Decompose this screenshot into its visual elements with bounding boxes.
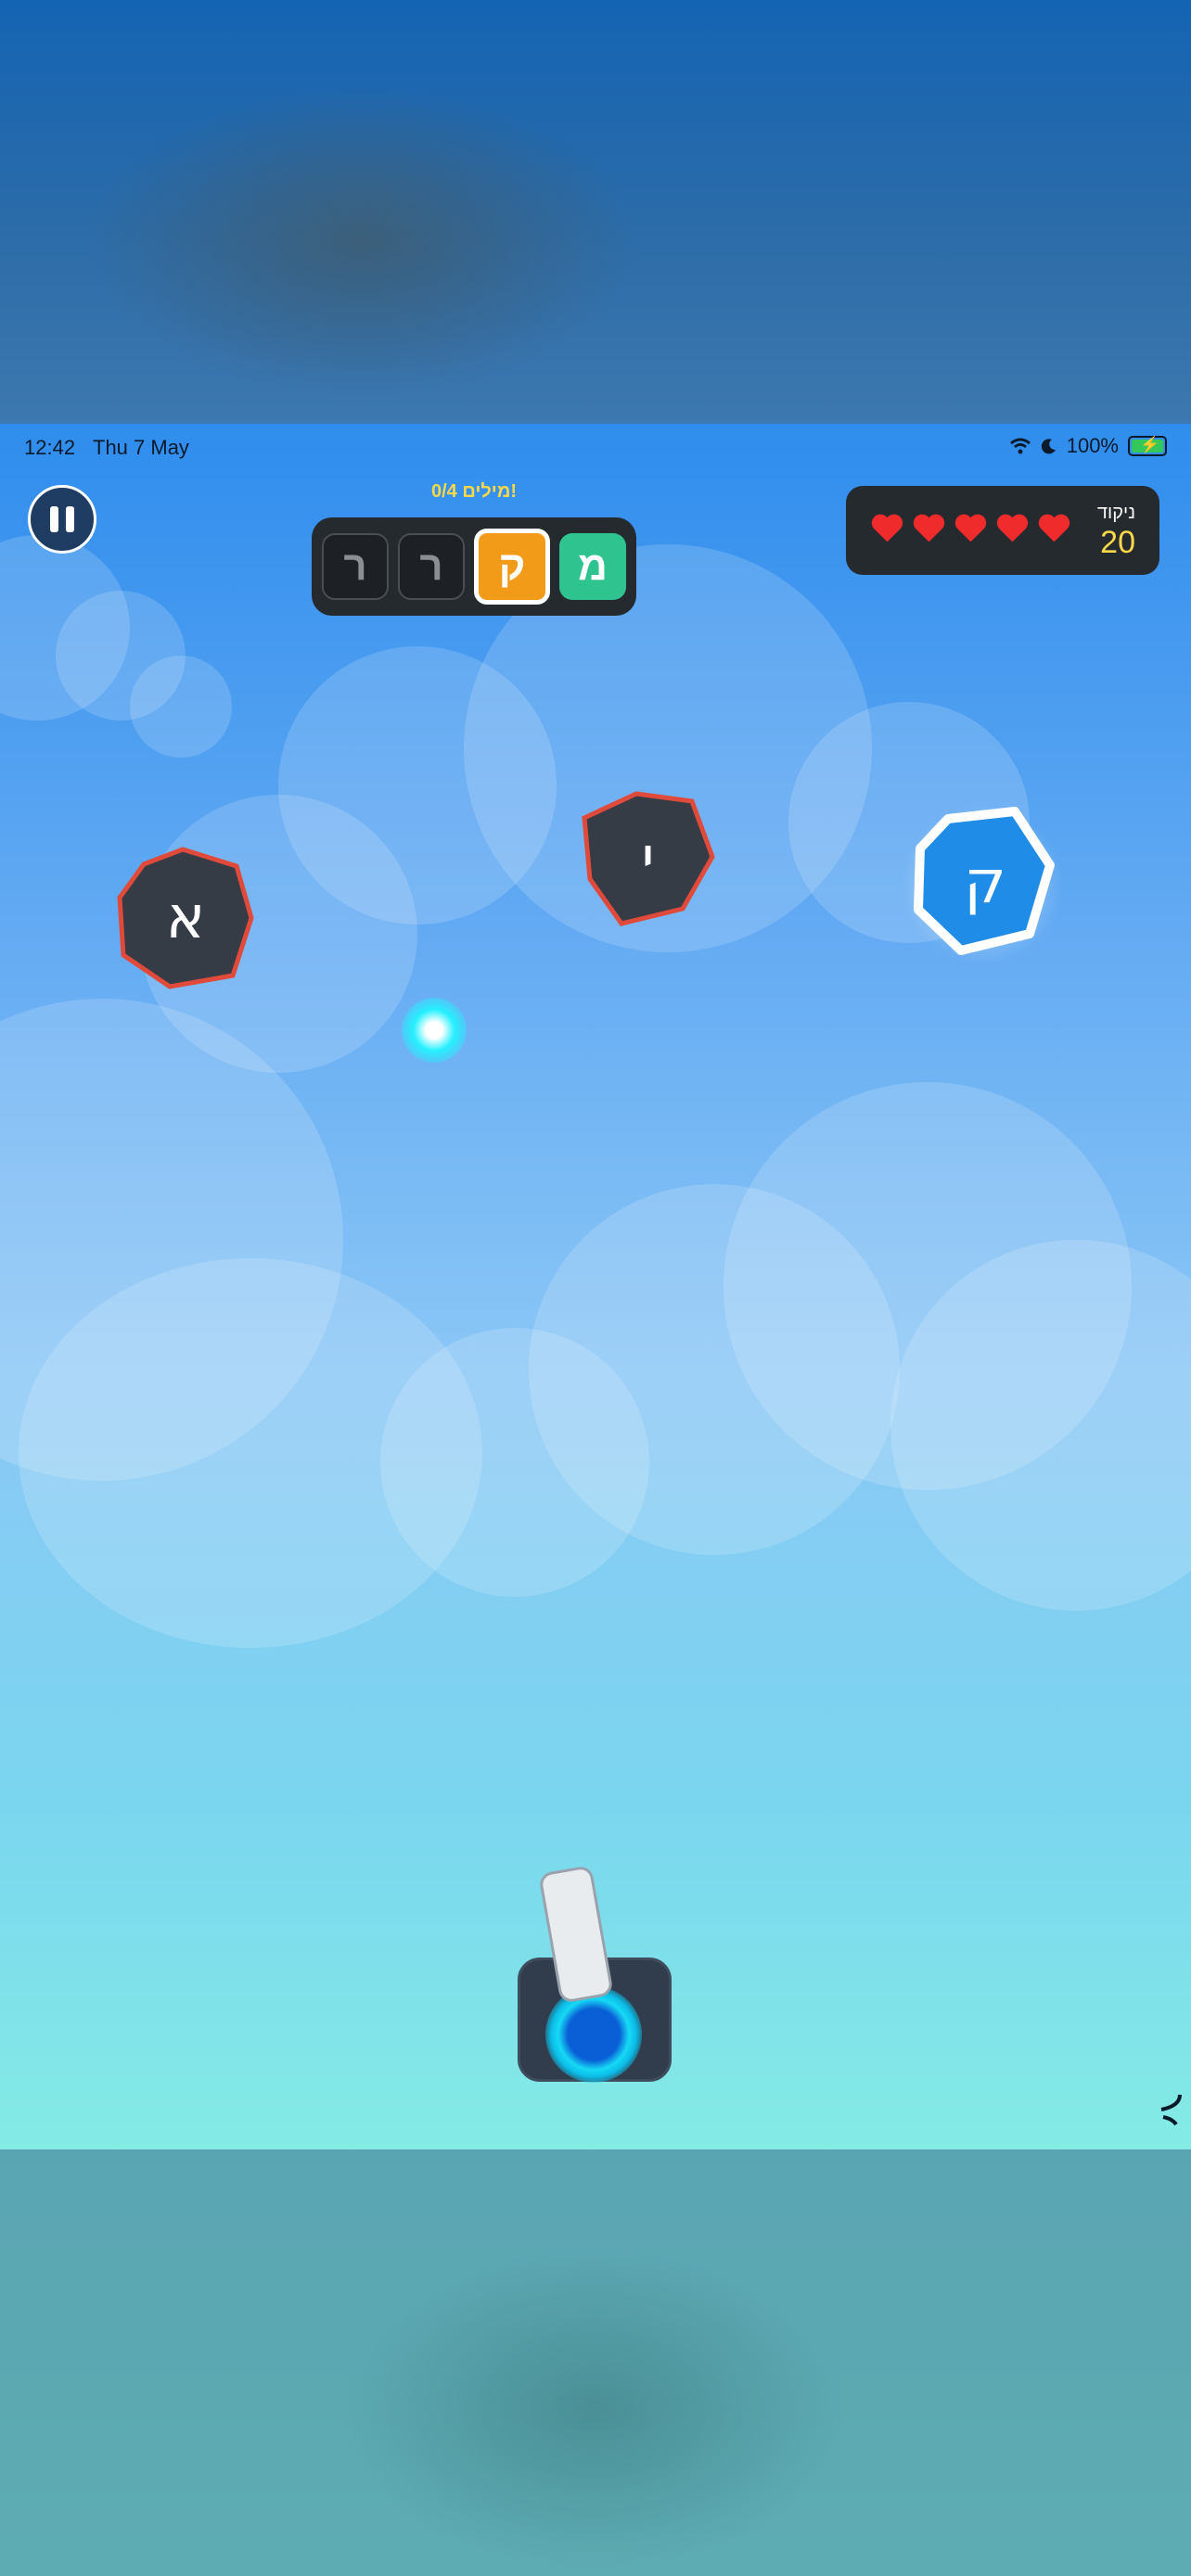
- game-screen[interactable]: 12:42 Thu 7 May 100% ⚡ 0/4 מילים! ר ר ק …: [0, 424, 1191, 2149]
- asteroid-letter: י: [641, 824, 655, 893]
- lives-score-panel: ניקוד 20: [846, 486, 1159, 575]
- moon-icon: [1041, 439, 1056, 454]
- status-date: Thu 7 May: [93, 436, 189, 459]
- battery-percent: 100%: [1066, 434, 1119, 457]
- target-letter-asteroid[interactable]: ק: [911, 806, 1059, 959]
- pause-icon: [66, 506, 74, 532]
- heart-icon: [871, 514, 903, 542]
- pause-button[interactable]: [28, 485, 96, 554]
- cloud: [19, 1258, 482, 1648]
- heart-icon: [996, 514, 1029, 542]
- status-indicators: 100% ⚡: [1009, 434, 1167, 458]
- asteroid-letter: א: [165, 883, 206, 952]
- status-bar: 12:42 Thu 7 May 100% ⚡: [0, 424, 1191, 470]
- asteroid-letter: ק: [964, 848, 1006, 917]
- blurred-bottom-backdrop: [0, 2149, 1191, 2576]
- cannon-core: [545, 1986, 642, 2083]
- pause-icon: [50, 506, 58, 532]
- lives: [870, 512, 1071, 543]
- heart-icon: [913, 514, 945, 542]
- words-progress: 0/4 מילים!: [430, 481, 518, 502]
- blurred-top-backdrop: [0, 0, 1191, 424]
- energy-bullet: [402, 998, 467, 1063]
- word-tile-active: ק: [474, 529, 550, 605]
- wifi-icon: [1009, 438, 1031, 454]
- word-tile-done: מ: [559, 533, 626, 600]
- letter-asteroid[interactable]: י: [581, 790, 715, 927]
- battery-icon: ⚡: [1128, 436, 1167, 456]
- status-time: 12:42: [24, 436, 76, 459]
- word-tile: ר: [322, 533, 389, 600]
- corner-mark: [1160, 2094, 1182, 2126]
- letter-asteroid[interactable]: א: [116, 846, 255, 989]
- score-value: 20: [1100, 525, 1135, 560]
- cloud: [130, 656, 232, 758]
- word-tile: ר: [398, 533, 465, 600]
- score-label: ניקוד: [1096, 503, 1135, 523]
- word-tiles-tray: ר ר ק מ: [312, 517, 636, 616]
- heart-icon: [1038, 514, 1070, 542]
- heart-icon: [954, 514, 987, 542]
